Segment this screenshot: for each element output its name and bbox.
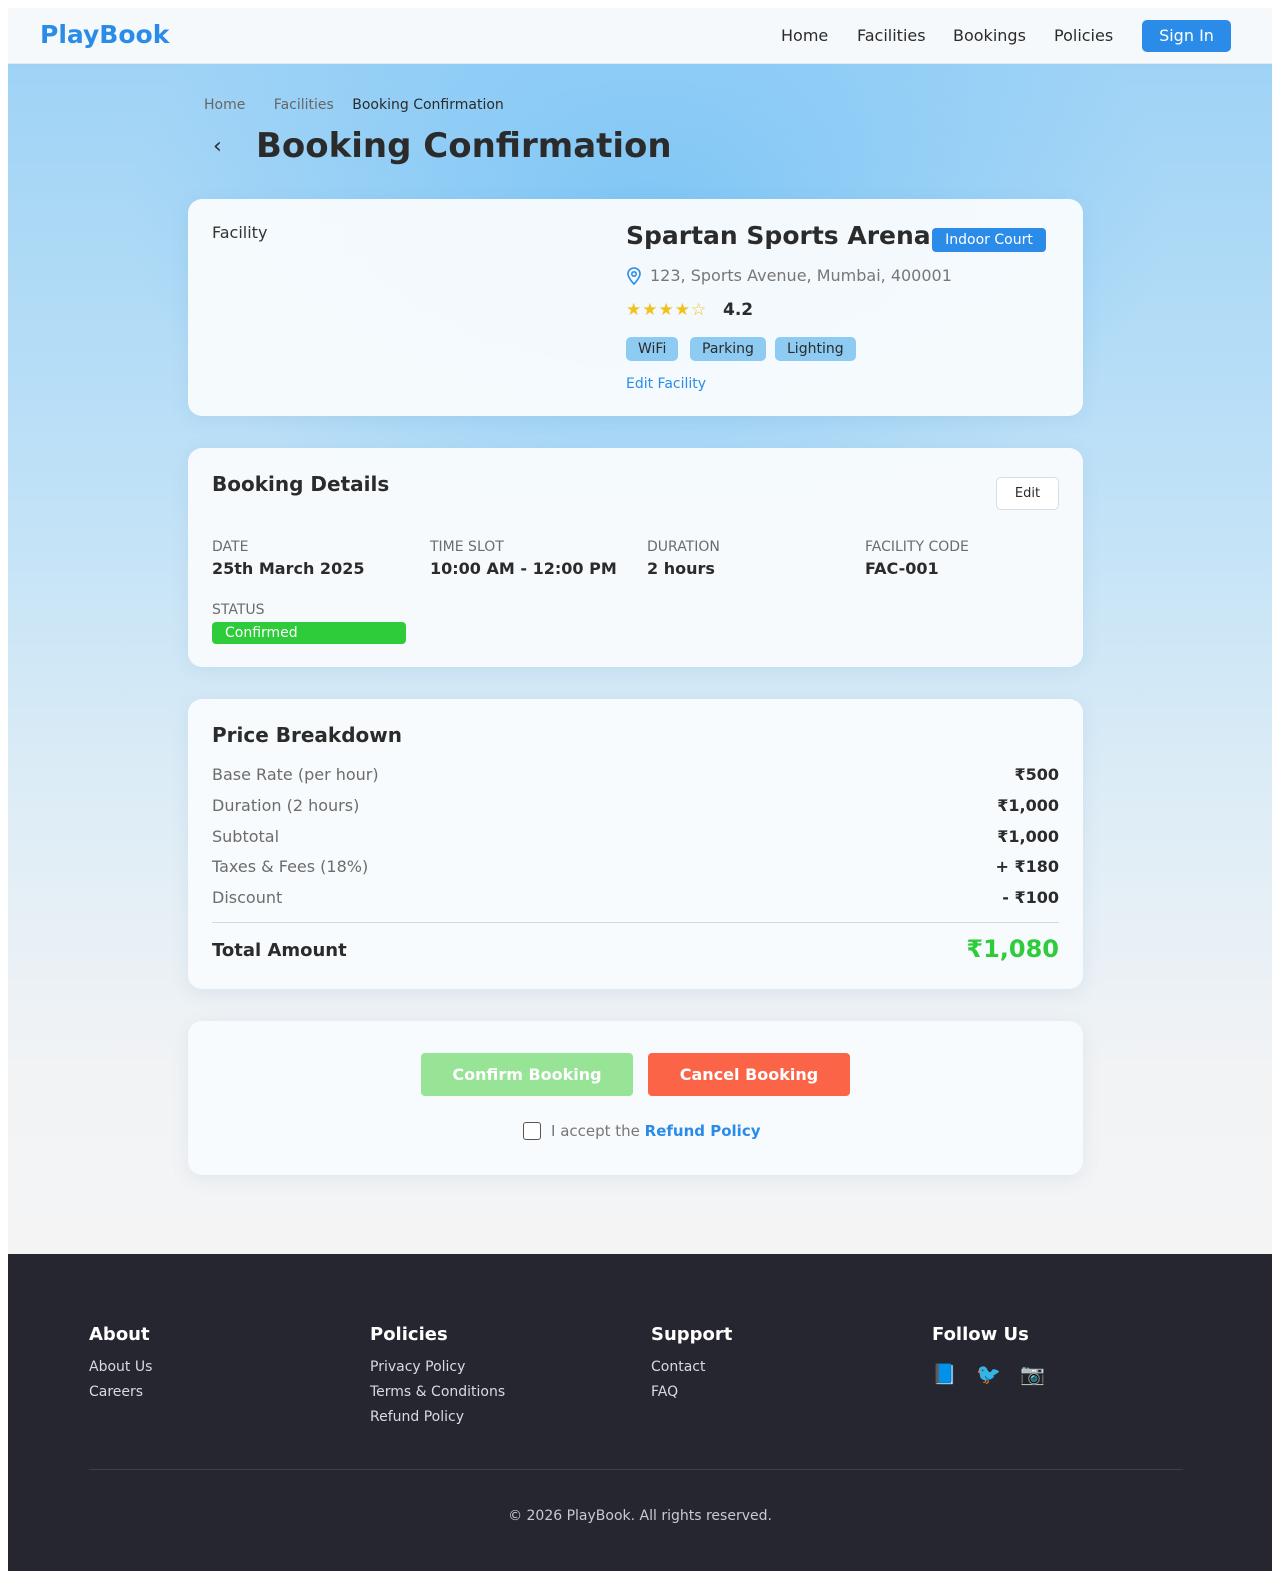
footer-heading: Policies [370, 1324, 448, 1345]
breadcrumb-home[interactable]: Home [204, 97, 245, 113]
footer-link-terms[interactable]: Terms & Conditions [370, 1384, 505, 1401]
footer-column-policies: Policies Privacy Policy Terms & Conditio… [370, 1324, 505, 1434]
facility-image: Facility [212, 223, 268, 242]
price-row-value: + ₹180 [995, 857, 1059, 876]
footer: About About Us Careers Policies Privacy … [8, 1254, 1272, 1571]
footer-link-contact[interactable]: Contact [651, 1359, 732, 1376]
status-label: STATUS [212, 602, 265, 618]
footer-link-faq[interactable]: FAQ [651, 1384, 732, 1401]
star-rating-icon: ★★★★☆ [626, 300, 708, 320]
back-arrow-icon[interactable]: ‹ [213, 132, 233, 162]
cancel-booking-button[interactable]: Cancel Booking [648, 1053, 850, 1096]
time-slot-value: 10:00 AM - 12:00 PM [430, 559, 617, 578]
amenity-tag: Lighting [775, 337, 856, 361]
location-pin-icon [627, 267, 641, 285]
price-row-label: Subtotal [212, 827, 280, 846]
twitter-icon[interactable]: 🐦 [976, 1362, 1001, 1386]
price-row: Discount - ₹100 [212, 888, 1059, 910]
price-row-value: ₹500 [1014, 765, 1059, 784]
price-breakdown-card: Price Breakdown Base Rate (per hour) ₹50… [188, 699, 1083, 989]
breadcrumb-facilities[interactable]: Facilities [274, 97, 334, 113]
price-row-label: Taxes & Fees (18%) [212, 857, 369, 876]
footer-column-follow: Follow Us 📘 🐦 📷 [932, 1324, 1045, 1386]
price-row-label: Base Rate (per hour) [212, 765, 379, 784]
facebook-icon[interactable]: 📘 [932, 1362, 957, 1386]
edit-facility-link[interactable]: Edit Facility [626, 376, 706, 392]
price-row-label: Duration (2 hours) [212, 796, 360, 815]
top-navbar: PlayBook Home Facilities Bookings Polici… [8, 8, 1272, 64]
footer-column-about: About About Us Careers [89, 1324, 152, 1409]
facility-code-label: FACILITY CODE [865, 539, 969, 555]
nav-link-facilities[interactable]: Facilities [857, 26, 926, 45]
accept-policy-text: I accept the Refund Policy [551, 1122, 761, 1140]
footer-column-support: Support Contact FAQ [651, 1324, 732, 1409]
page-title: Booking Confirmation [256, 126, 672, 166]
edit-booking-button[interactable]: Edit [996, 477, 1059, 510]
nav-link-policies[interactable]: Policies [1054, 26, 1113, 45]
facility-name: Spartan Sports Arena [626, 221, 931, 250]
facility-code-value: FAC-001 [865, 559, 939, 578]
price-row: Taxes & Fees (18%) + ₹180 [212, 857, 1059, 879]
main-content: Home Facilities Booking Confirmation ‹ B… [8, 64, 1272, 1254]
breadcrumb-current: Booking Confirmation [352, 97, 504, 113]
facility-address: 123, Sports Avenue, Mumbai, 400001 [626, 266, 952, 285]
amenity-tag: Parking [690, 337, 766, 361]
footer-link-refund-policy[interactable]: Refund Policy [370, 1409, 505, 1426]
footer-link-careers[interactable]: Careers [89, 1384, 152, 1401]
price-row-value: ₹1,000 [997, 796, 1059, 815]
brand-logo[interactable]: PlayBook [40, 20, 169, 49]
booking-details-title: Booking Details [212, 472, 390, 496]
date-value: 25th March 2025 [212, 559, 365, 578]
price-divider [212, 922, 1059, 923]
breadcrumb: Home Facilities Booking Confirmation [204, 97, 518, 113]
accept-policy-label: I accept the [551, 1122, 645, 1140]
footer-heading: Support [651, 1324, 733, 1345]
copyright-text: © 2026 PlayBook. All rights reserved. [508, 1508, 772, 1524]
footer-heading: About [89, 1324, 150, 1345]
price-row: Duration (2 hours) ₹1,000 [212, 796, 1059, 818]
page: PlayBook Home Facilities Bookings Polici… [8, 8, 1272, 1571]
footer-heading: Follow Us [932, 1324, 1029, 1345]
duration-value: 2 hours [647, 559, 715, 578]
instagram-icon[interactable]: 📷 [1020, 1362, 1045, 1386]
time-slot-label: TIME SLOT [430, 539, 504, 555]
facility-card: Facility Spartan Sports Arena Indoor Cou… [188, 199, 1083, 416]
price-row-label: Discount [212, 888, 283, 907]
price-row: Base Rate (per hour) ₹500 [212, 765, 1059, 787]
price-row: Subtotal ₹1,000 [212, 827, 1059, 849]
price-row-value: - ₹100 [1002, 888, 1059, 907]
footer-link-privacy-policy[interactable]: Privacy Policy [370, 1359, 505, 1376]
footer-link-about-us[interactable]: About Us [89, 1359, 152, 1376]
date-label: DATE [212, 539, 249, 555]
total-amount-label: Total Amount [212, 940, 347, 961]
confirm-booking-button[interactable]: Confirm Booking [421, 1053, 633, 1096]
price-row-value: ₹1,000 [997, 827, 1059, 846]
sign-in-button[interactable]: Sign In [1142, 20, 1231, 52]
booking-details-card: Booking Details Edit DATE 25th March 202… [188, 448, 1083, 667]
accept-policy-checkbox[interactable] [523, 1122, 541, 1140]
footer-divider [89, 1469, 1183, 1470]
duration-label: DURATION [647, 539, 720, 555]
price-breakdown-title: Price Breakdown [212, 723, 402, 747]
facility-address-text: 123, Sports Avenue, Mumbai, 400001 [650, 266, 952, 285]
refund-policy-link[interactable]: Refund Policy [645, 1122, 761, 1140]
booking-actions-card: Confirm Booking Cancel Booking I accept … [188, 1021, 1083, 1175]
nav-link-bookings[interactable]: Bookings [953, 26, 1026, 45]
status-badge: Confirmed [212, 622, 406, 644]
facility-type-badge: Indoor Court [932, 228, 1046, 252]
amenity-tag: WiFi [626, 337, 679, 361]
total-amount-value: ₹1,080 [966, 935, 1059, 963]
nav-link-home[interactable]: Home [781, 26, 828, 45]
rating-value: 4.2 [723, 300, 754, 320]
